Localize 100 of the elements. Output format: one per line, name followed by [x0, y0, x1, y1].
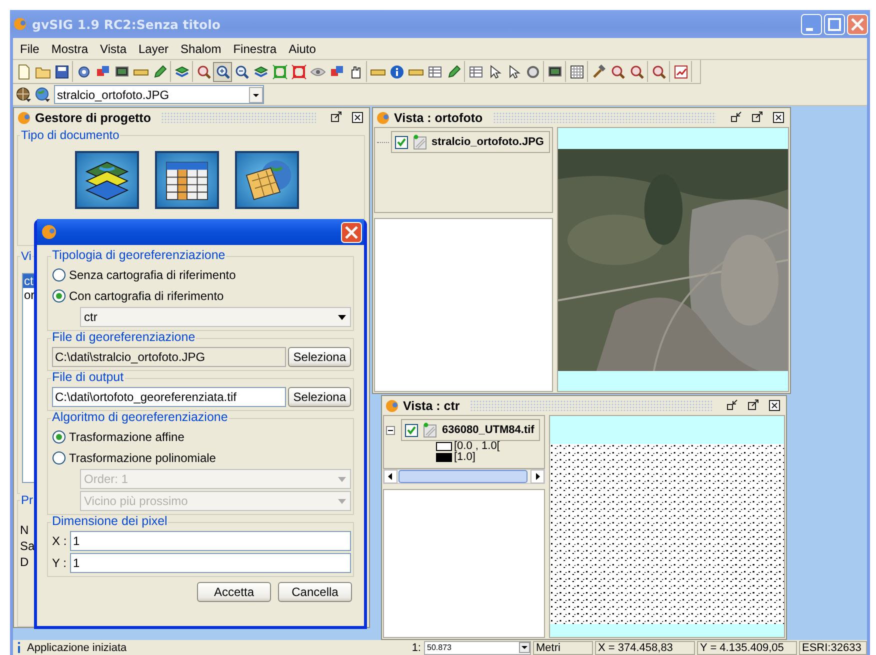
radio-button[interactable] [52, 450, 66, 464]
dialog-button[interactable]: Cancella [278, 582, 352, 602]
layer-dropdown[interactable]: stralcio_ortofoto.JPG [54, 85, 264, 104]
scale-dropdown[interactable]: 50.873 [424, 640, 531, 654]
magnifier-icon [610, 64, 626, 80]
table-icon [468, 64, 484, 80]
radio-label: Trasformazione affine [69, 430, 184, 444]
chart-icon [672, 64, 688, 80]
table-icon [426, 64, 442, 80]
radio-label: Trasformazione polinomiale [69, 450, 216, 464]
collapse-icon[interactable] [386, 426, 395, 434]
toc-entry[interactable]: stralcio_ortofoto.JPG [390, 131, 550, 153]
magnifier-icon [628, 64, 644, 80]
logo-icon [13, 17, 27, 31]
status-message: Applicazione iniziata [27, 642, 128, 654]
radio-label: Senza cartografia di riferimento [69, 268, 236, 282]
radio-button[interactable] [52, 288, 66, 302]
legend-label: [1.0] [454, 452, 476, 463]
select-button[interactable]: Seleziona [288, 347, 351, 367]
dropdown[interactable]: ctr [80, 307, 351, 327]
menu-item[interactable]: Mostra [46, 40, 94, 58]
menu-item[interactable]: Layer [134, 40, 174, 58]
document-icon [16, 64, 32, 80]
document-type-button[interactable] [155, 151, 219, 209]
menu-item[interactable]: Finestra [228, 40, 282, 58]
frame-icon [272, 64, 288, 80]
layer-name: 636080_UTM84.tif [442, 424, 534, 436]
menu-item[interactable]: Shalom [176, 40, 226, 58]
property-label: D [20, 554, 29, 571]
close-button[interactable] [341, 222, 362, 242]
status-field: Metri [533, 640, 593, 654]
status-field: Y = 4.135.409,05 [697, 640, 797, 654]
maximize-icon[interactable] [747, 399, 760, 412]
group-title: File di output [51, 371, 125, 384]
close-button[interactable] [847, 14, 868, 34]
logo-icon [17, 110, 31, 124]
document-type-button[interactable] [75, 151, 139, 209]
circle-icon [524, 64, 540, 80]
layers-icon [252, 64, 268, 80]
info-icon [388, 64, 404, 80]
close-icon[interactable] [772, 111, 785, 124]
toc-entry[interactable]: 636080_UTM84.tif [401, 419, 540, 441]
monitor-icon [546, 64, 562, 80]
close-icon[interactable] [768, 399, 781, 412]
window-title: gvSIG 1.9 RC2:Senza titolo [32, 16, 222, 32]
maximize-icon[interactable] [330, 111, 343, 124]
property-label: Sa [20, 538, 35, 555]
raster-layer-icon [412, 134, 428, 150]
dropdown-arrow-icon [338, 314, 346, 320]
group-title: Dimensione dei pixel [51, 515, 168, 528]
pencil-icon [446, 64, 462, 80]
checkbox[interactable] [394, 136, 408, 148]
frame-arrows-icon [290, 64, 306, 80]
magnifier-icon [650, 64, 666, 80]
document-type-button[interactable] [235, 151, 299, 209]
logo-icon [376, 110, 390, 124]
dropdown-arrow-icon [338, 498, 346, 504]
status-field: X = 374.458,83 [595, 640, 695, 654]
window-title: Vista : ctr [403, 398, 460, 412]
status-field: ESRI:32633 [799, 640, 867, 654]
pencil-icon [152, 64, 168, 80]
select-button[interactable]: Seleziona [288, 387, 351, 407]
input-field[interactable]: C:\dati\stralcio_ortofoto.JPG [52, 347, 286, 367]
group-title: Tipo di documento [20, 128, 120, 142]
input-field[interactable]: 1 [70, 531, 351, 551]
group-title: File di georeferenziazione [51, 331, 196, 344]
menu-item[interactable]: Aiuto [284, 40, 321, 58]
input-field[interactable]: C:\dati\ortofoto_georeferenziata.tif [52, 387, 286, 407]
close-icon[interactable] [351, 111, 364, 124]
logo-icon [41, 224, 57, 240]
monitor-icon [114, 64, 130, 80]
horizontal-scrollbar[interactable] [383, 469, 545, 484]
magnifier-icon [196, 64, 212, 80]
dropdown-arrow-icon [338, 476, 346, 482]
magnifier-minus-icon [234, 64, 250, 80]
info-icon [16, 642, 22, 653]
logo-icon [385, 398, 399, 412]
maximize-icon[interactable] [751, 111, 764, 124]
radio-button[interactable] [52, 430, 66, 444]
maximize-button[interactable] [824, 14, 845, 34]
checkbox[interactable] [405, 424, 418, 436]
radio-button[interactable] [52, 268, 66, 282]
group-title: Pr [20, 492, 34, 507]
globe-icon[interactable] [16, 86, 32, 102]
minimize-button[interactable] [801, 14, 822, 34]
menu-item[interactable]: Vista [95, 40, 132, 58]
group-title: Tipologia di georeferenziazione [51, 249, 226, 262]
window-title: Gestore di progetto [35, 110, 151, 124]
input-field[interactable]: 1 [70, 553, 351, 573]
dialog-button[interactable]: Accetta [197, 582, 271, 602]
toolbar-button[interactable] [213, 62, 232, 82]
legend-label: [0.0 , 1.0[ [454, 441, 500, 452]
restore-icon[interactable] [726, 399, 739, 412]
menu-item[interactable]: File [15, 40, 44, 58]
window-title: Vista : ortofoto [394, 110, 483, 124]
property-label: N [20, 522, 29, 539]
group-title: Algoritmo di georeferenziazione [51, 411, 229, 424]
layer-name: stralcio_ortofoto.JPG [432, 136, 544, 148]
restore-icon[interactable] [730, 111, 743, 124]
globe-icon[interactable] [35, 86, 51, 102]
